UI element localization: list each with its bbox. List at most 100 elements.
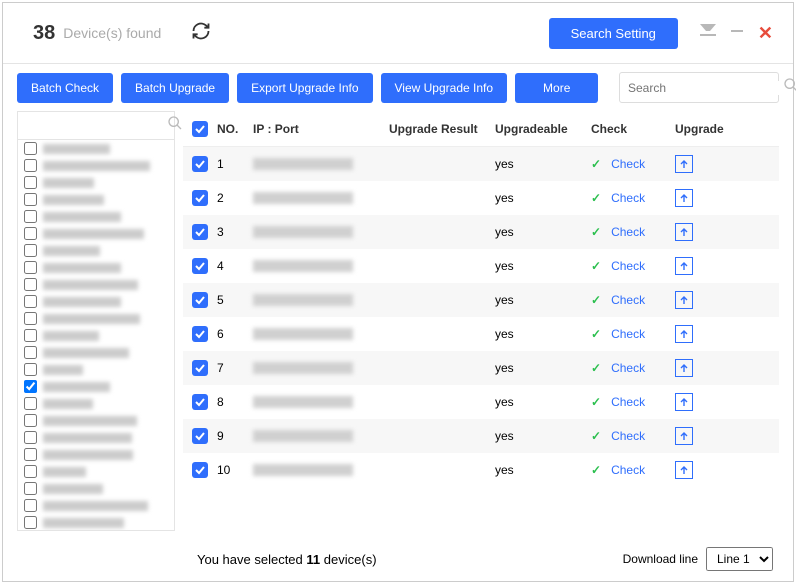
row-checkbox[interactable] — [192, 428, 208, 444]
check-link[interactable]: Check — [611, 157, 645, 171]
upgrade-icon[interactable] — [675, 393, 693, 411]
row-checkbox[interactable] — [192, 156, 208, 172]
sidebar-item[interactable] — [18, 514, 174, 530]
row-checkbox[interactable] — [192, 224, 208, 240]
check-link[interactable]: Check — [611, 429, 645, 443]
more-button[interactable]: More — [515, 73, 598, 103]
row-checkbox[interactable] — [192, 292, 208, 308]
sidebar-item[interactable] — [18, 361, 174, 378]
upgrade-icon[interactable] — [675, 257, 693, 275]
sidebar-checkbox[interactable] — [24, 227, 37, 240]
row-checkbox[interactable] — [192, 462, 208, 478]
sidebar-item[interactable] — [18, 463, 174, 480]
sidebar-checkbox[interactable] — [24, 414, 37, 427]
sidebar-checkbox[interactable] — [24, 210, 37, 223]
upgrade-icon[interactable] — [675, 359, 693, 377]
sidebar-item[interactable] — [18, 157, 174, 174]
sidebar-checkbox[interactable] — [24, 159, 37, 172]
upgrade-icon[interactable] — [675, 427, 693, 445]
sidebar-checkbox[interactable] — [24, 261, 37, 274]
close-icon[interactable]: ✕ — [758, 23, 773, 44]
sidebar-checkbox[interactable] — [24, 142, 37, 155]
row-checkbox[interactable] — [192, 394, 208, 410]
sidebar-item[interactable] — [18, 225, 174, 242]
select-all-checkbox[interactable] — [192, 121, 208, 137]
refresh-icon[interactable] — [191, 21, 211, 46]
sidebar-checkbox[interactable] — [24, 499, 37, 512]
check-link[interactable]: Check — [611, 259, 645, 273]
sidebar-checkbox[interactable] — [24, 278, 37, 291]
sidebar-checkbox[interactable] — [24, 380, 37, 393]
sidebar-checkbox[interactable] — [24, 329, 37, 342]
sidebar-item[interactable] — [18, 412, 174, 429]
sidebar-item[interactable] — [18, 293, 174, 310]
sidebar-item[interactable] — [18, 174, 174, 191]
check-link[interactable]: Check — [611, 361, 645, 375]
row-ip — [253, 430, 389, 442]
upgrade-icon[interactable] — [675, 155, 693, 173]
batch-check-button[interactable]: Batch Check — [17, 73, 113, 103]
sidebar-checkbox[interactable] — [24, 295, 37, 308]
upgrade-icon[interactable] — [675, 223, 693, 241]
sidebar-item[interactable] — [18, 446, 174, 463]
row-no: 8 — [217, 395, 253, 409]
col-result: Upgrade Result — [389, 122, 495, 136]
filter-icon[interactable] — [700, 24, 716, 43]
upgrade-icon[interactable] — [675, 291, 693, 309]
sidebar-checkbox[interactable] — [24, 516, 37, 529]
check-link[interactable]: Check — [611, 327, 645, 341]
batch-upgrade-button[interactable]: Batch Upgrade — [121, 73, 229, 103]
check-link[interactable]: Check — [611, 191, 645, 205]
sidebar-item[interactable] — [18, 497, 174, 514]
row-checkbox[interactable] — [192, 258, 208, 274]
search-icon[interactable] — [783, 77, 796, 98]
minimize-icon[interactable] — [730, 24, 744, 43]
sidebar-item[interactable] — [18, 242, 174, 259]
sidebar-checkbox[interactable] — [24, 431, 37, 444]
upgrade-icon[interactable] — [675, 461, 693, 479]
upgrade-icon[interactable] — [675, 189, 693, 207]
sidebar-checkbox[interactable] — [24, 244, 37, 257]
toolbar-search[interactable] — [619, 72, 779, 103]
sidebar-item[interactable] — [18, 344, 174, 361]
row-no: 7 — [217, 361, 253, 375]
sidebar-checkbox[interactable] — [24, 465, 37, 478]
check-link[interactable]: Check — [611, 225, 645, 239]
sidebar-item[interactable] — [18, 191, 174, 208]
check-link[interactable]: Check — [611, 463, 645, 477]
sidebar-checkbox[interactable] — [24, 397, 37, 410]
sidebar-search-input[interactable] — [21, 115, 167, 136]
sidebar-item[interactable] — [18, 310, 174, 327]
sidebar-list[interactable] — [18, 140, 174, 530]
sidebar-item[interactable] — [18, 140, 174, 157]
sidebar-item[interactable] — [18, 327, 174, 344]
view-upgrade-info-button[interactable]: View Upgrade Info — [381, 73, 508, 103]
sidebar-checkbox[interactable] — [24, 176, 37, 189]
download-line-select[interactable]: Line 1 — [706, 547, 773, 571]
search-icon[interactable] — [167, 115, 183, 136]
sidebar-item[interactable] — [18, 208, 174, 225]
sidebar-checkbox[interactable] — [24, 482, 37, 495]
check-link[interactable]: Check — [611, 293, 645, 307]
row-checkbox[interactable] — [192, 190, 208, 206]
sidebar-item[interactable] — [18, 378, 174, 395]
upgrade-icon[interactable] — [675, 325, 693, 343]
export-upgrade-info-button[interactable]: Export Upgrade Info — [237, 73, 372, 103]
sidebar-checkbox[interactable] — [24, 346, 37, 359]
check-link[interactable]: Check — [611, 395, 645, 409]
sidebar-item[interactable] — [18, 480, 174, 497]
sidebar-item[interactable] — [18, 276, 174, 293]
row-checkbox[interactable] — [192, 326, 208, 342]
sidebar-item[interactable] — [18, 429, 174, 446]
row-checkbox[interactable] — [192, 360, 208, 376]
sidebar-checkbox[interactable] — [24, 448, 37, 461]
sidebar-item[interactable] — [18, 395, 174, 412]
search-setting-button[interactable]: Search Setting — [549, 18, 678, 49]
sidebar-checkbox[interactable] — [24, 193, 37, 206]
sidebar-search[interactable] — [18, 112, 174, 140]
sidebar-item[interactable] — [18, 259, 174, 276]
sidebar-checkbox[interactable] — [24, 312, 37, 325]
table-row: 2yes✓Check — [183, 181, 779, 215]
sidebar-checkbox[interactable] — [24, 363, 37, 376]
search-input[interactable] — [628, 81, 783, 95]
